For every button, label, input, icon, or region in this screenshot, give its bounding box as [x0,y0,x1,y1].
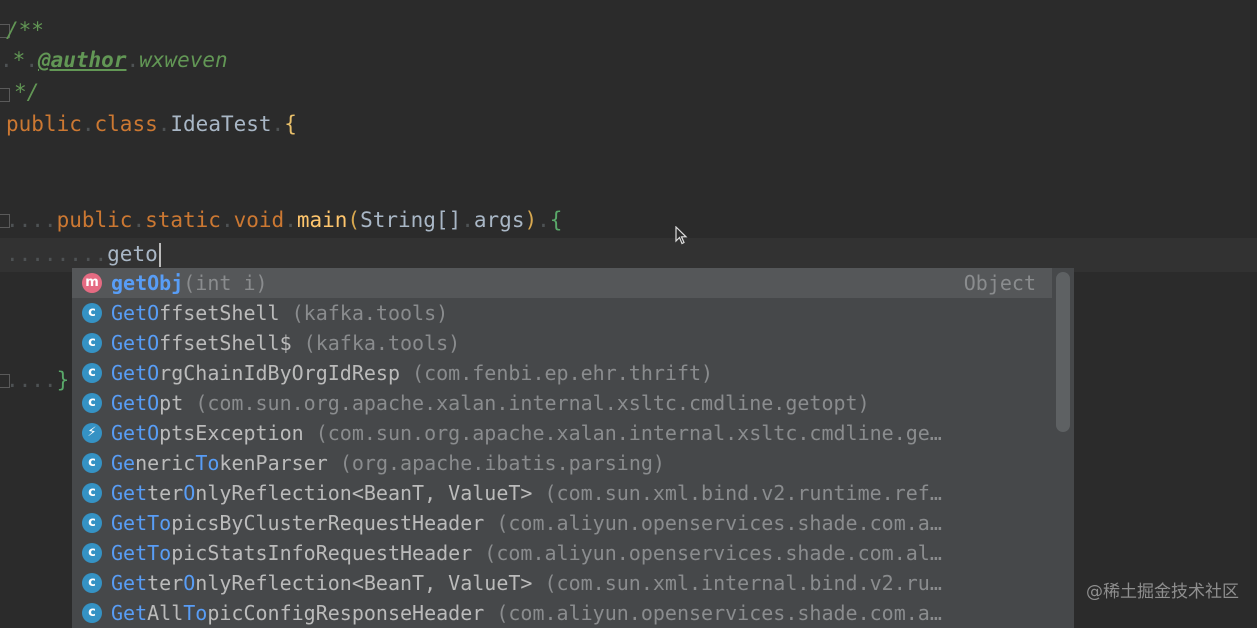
watermark: @稀土掘金技术社区 [1086,582,1239,602]
current-line-highlight [0,238,1257,272]
completion-item[interactable]: c GetOffsetShell$ (kafka.tools) [72,328,1052,358]
class-icon: c [82,543,102,563]
class-icon: c [82,363,102,383]
completion-item[interactable]: c GetTopicsByClusterRequestHeader (com.a… [72,508,1052,538]
class-icon: c [82,303,102,323]
completion-item[interactable]: c GetOffsetShell (kafka.tools) [72,298,1052,328]
completion-item[interactable]: ⚡ GetOptsException (com.sun.org.apache.x… [72,418,1052,448]
class-icon: c [82,573,102,593]
completion-item[interactable]: c GenericTokenParser (org.apache.ibatis.… [72,448,1052,478]
completion-item[interactable]: c GetterOnlyReflection<BeanT, ValueT> (c… [72,478,1052,508]
class-icon: c [82,483,102,503]
completion-item[interactable]: m getObj(int i) Object [72,268,1052,298]
completion-item[interactable]: c GetTopicStatsInfoRequestHeader (com.al… [72,538,1052,568]
code-completion-popup[interactable]: m getObj(int i) Object c GetOffsetShell … [72,268,1074,628]
popup-scrollbar-thumb[interactable] [1056,272,1070,432]
mouse-cursor-icon [675,226,688,245]
completion-item[interactable]: c GetAllTopicConfigResponseHeader (com.a… [72,598,1052,628]
fold-end-marker-icon[interactable] [0,88,10,102]
code-line-1: /** [6,18,44,42]
class-icon: c [82,513,102,533]
return-type: Object [963,271,1036,295]
code-line-2: .*.@author.wxweven [0,48,228,72]
completion-item[interactable]: c GetOrgChainIdByOrgIdResp (com.fenbi.ep… [72,358,1052,388]
class-icon: c [82,333,102,353]
completion-item[interactable]: c GetOpt (com.sun.org.apache.xalan.inter… [72,388,1052,418]
completion-item[interactable]: c GetterOnlyReflection<BeanT, ValueT> (c… [72,568,1052,598]
code-line-3: */ [14,80,40,104]
class-icon: c [82,393,102,413]
text-caret [158,243,161,267]
class-icon: c [82,603,102,623]
code-line-8: ....} [6,368,70,392]
exception-icon: ⚡ [82,423,102,443]
code-line-4: public.class.IdeaTest.{ [6,112,297,136]
method-icon: m [82,273,102,293]
code-line-7[interactable]: ........geto [6,238,161,270]
class-icon: c [82,453,102,473]
code-line-6: ....public.static.void.main(String[].arg… [6,208,563,232]
